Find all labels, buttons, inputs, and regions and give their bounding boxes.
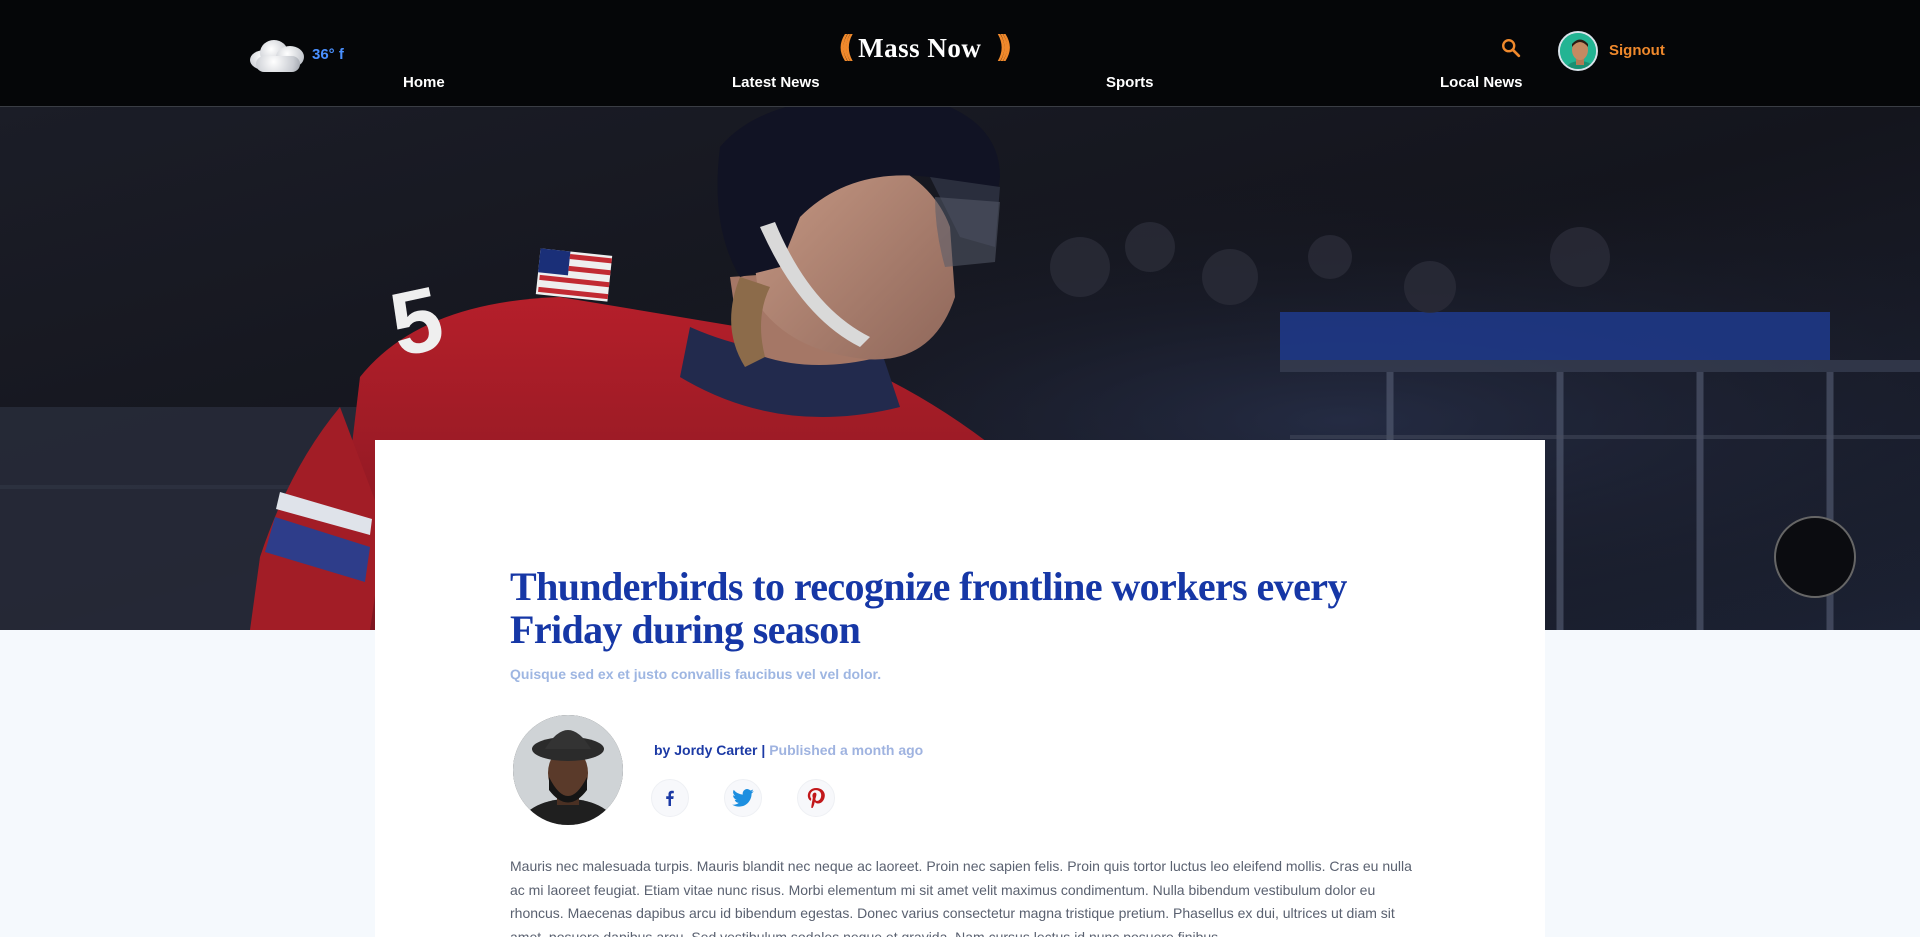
nav-latest-news[interactable]: Latest News — [732, 74, 820, 91]
article-subtitle: Quisque sed ex et justo convallis faucib… — [510, 666, 882, 682]
nav-sports[interactable]: Sports — [1106, 74, 1154, 91]
byline-prefix: by — [654, 742, 671, 758]
article-title: Thunderbirds to recognize frontline work… — [510, 564, 1347, 652]
search-icon[interactable] — [1500, 37, 1522, 59]
author-name[interactable]: Jordy Carter — [674, 742, 757, 758]
weather-temperature: 36° f — [312, 45, 344, 63]
cloud-icon — [246, 34, 308, 74]
author-avatar[interactable] — [513, 715, 623, 825]
share-twitter-button[interactable] — [724, 779, 762, 817]
byline-separator: | — [761, 742, 766, 758]
facebook-icon — [666, 790, 674, 806]
logo-text: Mass Now — [858, 32, 982, 63]
site-header: 36° f ((( Mass Now ))) Signout Home Late… — [0, 0, 1920, 107]
user-avatar[interactable] — [1558, 31, 1598, 71]
site-logo[interactable]: ((( Mass Now ))) — [838, 28, 1013, 68]
nav-local-news[interactable]: Local News — [1440, 74, 1523, 91]
logo-waves-left: ((( — [838, 30, 855, 65]
publish-date: Published a month ago — [769, 742, 924, 758]
weather-widget: 36° f — [246, 34, 344, 74]
nav-home[interactable]: Home — [403, 74, 445, 91]
share-facebook-button[interactable] — [651, 779, 689, 817]
main-nav: Home Latest News Sports Local News — [0, 74, 1920, 94]
logo-waves-right: ))) — [995, 30, 1012, 65]
signout-link[interactable]: Signout — [1609, 42, 1665, 59]
twitter-icon — [732, 789, 754, 807]
byline: by Jordy Carter | Published a month ago — [654, 742, 923, 758]
article-body: Mauris nec malesuada turpis. Mauris blan… — [510, 858, 1412, 937]
pinterest-icon — [807, 788, 825, 808]
share-pinterest-button[interactable] — [797, 779, 835, 817]
article-card: Thunderbirds to recognize frontline work… — [375, 440, 1545, 937]
